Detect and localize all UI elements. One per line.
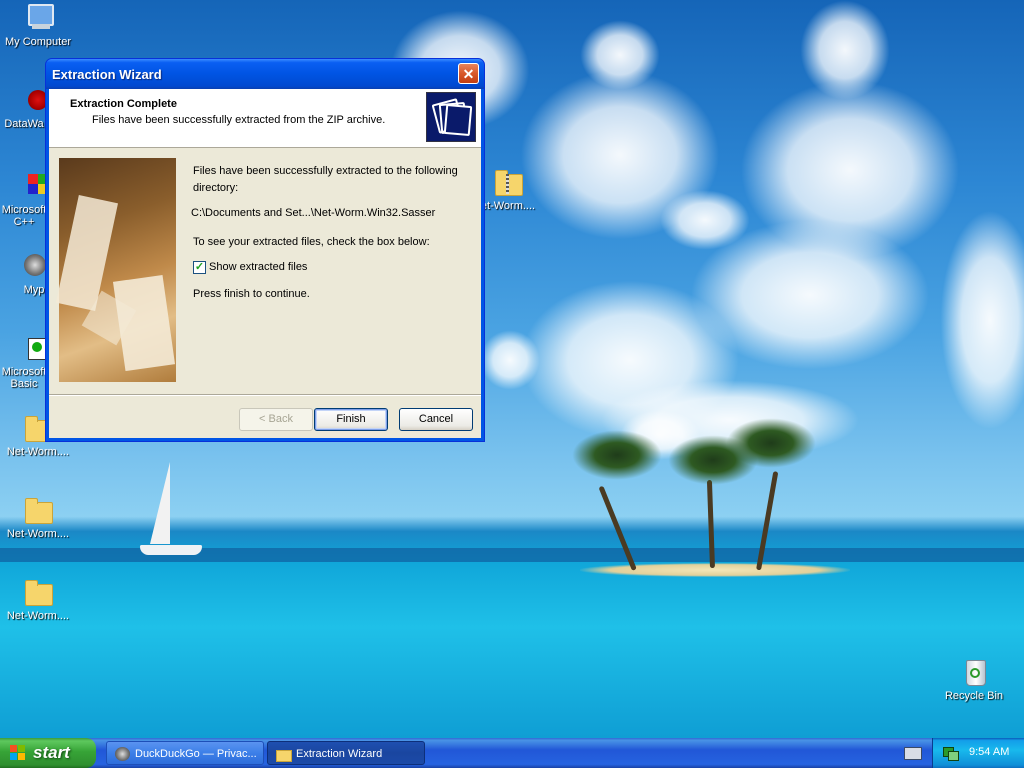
zip-folder-icon	[492, 166, 524, 198]
finish-button[interactable]: Finish	[314, 408, 388, 431]
extraction-wizard-window: Extraction Wizard ✕ Extraction Complete …	[45, 58, 485, 442]
desktop-icon-label: Net-Worm....	[6, 446, 70, 458]
desktop-icon-my-computer[interactable]: My Computer	[0, 2, 76, 48]
recycle-bin-icon	[958, 656, 990, 688]
sailboat-hull	[140, 545, 202, 555]
back-button[interactable]: < Back	[239, 408, 313, 431]
folder-icon	[276, 747, 292, 762]
finish-note: Press finish to continue.	[193, 288, 310, 300]
extract-path: C:\Documents and Set...\Net-Worm.Win32.S…	[191, 207, 436, 219]
button-separator	[49, 394, 481, 396]
taskbar: start DuckDuckGo — Privac... Extraction …	[0, 738, 1024, 768]
island	[580, 563, 850, 577]
header-title: Extraction Complete	[70, 98, 177, 110]
folder-icon	[22, 494, 54, 526]
wizard-side-image	[56, 158, 176, 382]
keyboard-icon[interactable]	[904, 747, 922, 760]
folder-icon	[22, 576, 54, 608]
desktop-icon-label: Microsoft	[1, 204, 47, 216]
taskbar-item-label: DuckDuckGo — Privac...	[135, 748, 257, 760]
show-files-label[interactable]: Show extracted files	[209, 261, 307, 273]
clock[interactable]: 9:54 AM	[969, 746, 1009, 758]
taskbar-item-extraction-wizard[interactable]: Extraction Wizard	[267, 741, 425, 765]
desktop-icon-label: Net-Worm....	[6, 610, 70, 622]
desktop-icon-recycle-bin[interactable]: Recycle Bin	[936, 656, 1012, 702]
header-subtitle: Files have been successfully extracted f…	[92, 114, 386, 126]
zip-pages-icon	[426, 92, 476, 142]
browser-icon	[115, 747, 130, 761]
desktop-icon-label: DataWa	[4, 118, 44, 130]
desktop-icon-label: My Computer	[4, 36, 72, 48]
body-line-2: directory:	[193, 182, 239, 194]
start-label: start	[33, 743, 70, 762]
windows-flag-icon	[10, 745, 26, 761]
close-button[interactable]: ✕	[458, 63, 479, 84]
desktop-icon-net-worm-3[interactable]: Net-Worm....	[0, 576, 76, 622]
title-bar[interactable]: Extraction Wizard ✕	[46, 59, 484, 89]
window-title: Extraction Wizard	[52, 67, 162, 82]
desktop-icon-label: Recycle Bin	[944, 690, 1004, 702]
desktop-icon-label: Microsoft	[1, 366, 47, 378]
instruction-text: To see your extracted files, check the b…	[193, 236, 430, 248]
desktop-icon-net-worm-2[interactable]: Net-Worm....	[0, 494, 76, 540]
cancel-button[interactable]: Cancel	[399, 408, 473, 431]
system-tray: 9:54 AM	[932, 738, 1024, 768]
desktop-icon-label: Net-Worm....	[6, 528, 70, 540]
desktop-icon-label: et-Worm....	[480, 200, 536, 212]
show-files-checkbox[interactable]: ✓	[193, 261, 206, 274]
sailboat-sail	[150, 462, 170, 544]
desktop-icon-label-line2: C++	[13, 216, 35, 228]
taskbar-item-browser[interactable]: DuckDuckGo — Privac...	[106, 741, 264, 765]
network-icon[interactable]	[943, 745, 959, 761]
desktop-icon-label: Myp	[23, 284, 45, 296]
my-computer-icon	[22, 2, 54, 34]
wizard-header: Extraction Complete Files have been succ…	[49, 89, 481, 148]
desktop-icon-label-line2: Basic	[10, 378, 38, 390]
taskbar-item-label: Extraction Wizard	[296, 748, 383, 760]
body-line-1: Files have been successfully extracted t…	[193, 165, 458, 177]
wizard-client-area: Extraction Complete Files have been succ…	[49, 89, 481, 438]
start-button[interactable]: start	[0, 738, 96, 768]
